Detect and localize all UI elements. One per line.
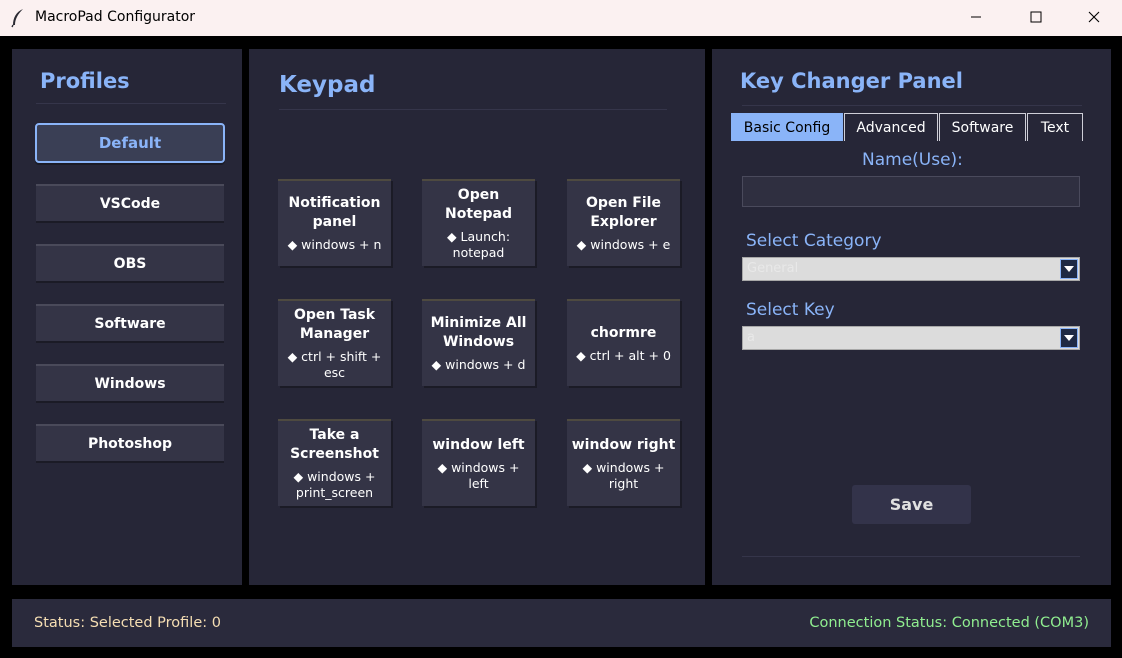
title-bar: MacroPad Configurator (0, 0, 1122, 36)
key-button-4[interactable]: Open Task Manager ◆ ctrl + shift + esc (278, 299, 391, 386)
changer-heading: Key Changer Panel (740, 69, 963, 93)
divider (742, 556, 1080, 557)
key-combo: ◆ windows + right (582, 459, 665, 491)
key-button-6[interactable]: chormre ◆ ctrl + alt + 0 (567, 299, 680, 386)
tab-basic-config[interactable]: Basic Config (731, 113, 843, 141)
minimize-icon (971, 16, 981, 18)
key-name: window right (571, 436, 676, 453)
tab-advanced[interactable]: Advanced (844, 113, 938, 141)
tab-text[interactable]: Text (1027, 113, 1083, 141)
profile-status-text: Status: Selected Profile: 0 (34, 615, 221, 631)
keypad-heading: Keypad (279, 72, 376, 98)
category-value: General (747, 261, 799, 276)
key-combo: ◆ windows + n (287, 237, 382, 252)
key-button-1[interactable]: Notification panel ◆ windows + n (278, 179, 391, 266)
key-button-3[interactable]: Open File Explorer ◆ windows + e (567, 179, 680, 266)
key-select[interactable]: a (742, 326, 1080, 350)
profile-button-software[interactable]: Software (36, 304, 224, 341)
key-combo: ◆ ctrl + shift + esc (287, 349, 382, 380)
key-combo: ◆ Launch: notepad (446, 229, 511, 260)
profiles-panel: Profiles Default VSCode OBS Software Win… (12, 49, 242, 585)
close-icon (1088, 11, 1100, 23)
maximize-icon (1030, 11, 1042, 23)
feather-icon (11, 9, 23, 28)
key-name: chormre (590, 324, 657, 341)
keypad-panel: Keypad Notification panel ◆ windows + n … (249, 49, 705, 585)
profile-button-photoshop[interactable]: Photoshop (36, 424, 224, 461)
profiles-heading: Profiles (40, 69, 130, 93)
key-name: Notification panel (288, 195, 381, 230)
key-value: a (747, 330, 755, 345)
status-bar: Status: Selected Profile: 0 Connection S… (12, 599, 1111, 647)
key-combo: ◆ windows + e (576, 237, 671, 252)
key-name: window left (432, 436, 525, 453)
name-label: Name(Use): (862, 150, 963, 170)
key-combo: ◆ windows + print_screen (293, 469, 376, 500)
maximize-button[interactable] (1008, 0, 1064, 34)
tab-software[interactable]: Software (939, 113, 1026, 141)
key-changer-panel: Key Changer Panel Basic Config Advanced … (712, 49, 1111, 585)
category-label: Select Category (746, 231, 882, 251)
key-name: Open Notepad (444, 187, 512, 222)
divider (36, 103, 226, 104)
chevron-down-icon[interactable] (1060, 259, 1078, 279)
connection-status-text: Connection Status: Connected (COM3) (809, 615, 1089, 631)
minimize-button[interactable] (948, 0, 1004, 34)
key-button-9[interactable]: window right ◆ windows + right (567, 419, 680, 506)
key-button-7[interactable]: Take a Screenshot ◆ windows + print_scre… (278, 419, 391, 506)
key-name: Open Task Manager (293, 307, 376, 342)
key-button-5[interactable]: Minimize All Windows ◆ windows + d (422, 299, 535, 386)
key-name: Take a Screenshot (290, 427, 379, 462)
chevron-down-icon[interactable] (1060, 328, 1078, 348)
key-button-8[interactable]: window left ◆ windows + left (422, 419, 535, 506)
key-label: Select Key (746, 300, 835, 320)
divider (279, 109, 667, 110)
category-select[interactable]: General (742, 257, 1080, 281)
save-button[interactable]: Save (852, 485, 971, 524)
key-combo: ◆ windows + d (431, 357, 526, 372)
close-button[interactable] (1066, 0, 1122, 34)
divider (742, 105, 1082, 106)
key-name: Open File Explorer (586, 195, 661, 230)
name-input[interactable] (742, 176, 1080, 207)
key-button-2[interactable]: Open Notepad ◆ Launch: notepad (422, 179, 535, 266)
profile-button-windows[interactable]: Windows (36, 364, 224, 401)
profile-button-vscode[interactable]: VSCode (36, 184, 224, 221)
key-name: Minimize All Windows (430, 315, 527, 350)
profile-button-default[interactable]: Default (35, 123, 225, 163)
key-combo: ◆ windows + left (437, 459, 520, 491)
key-combo: ◆ ctrl + alt + 0 (576, 347, 671, 363)
profile-button-obs[interactable]: OBS (36, 244, 224, 281)
window-title: MacroPad Configurator (35, 9, 196, 25)
